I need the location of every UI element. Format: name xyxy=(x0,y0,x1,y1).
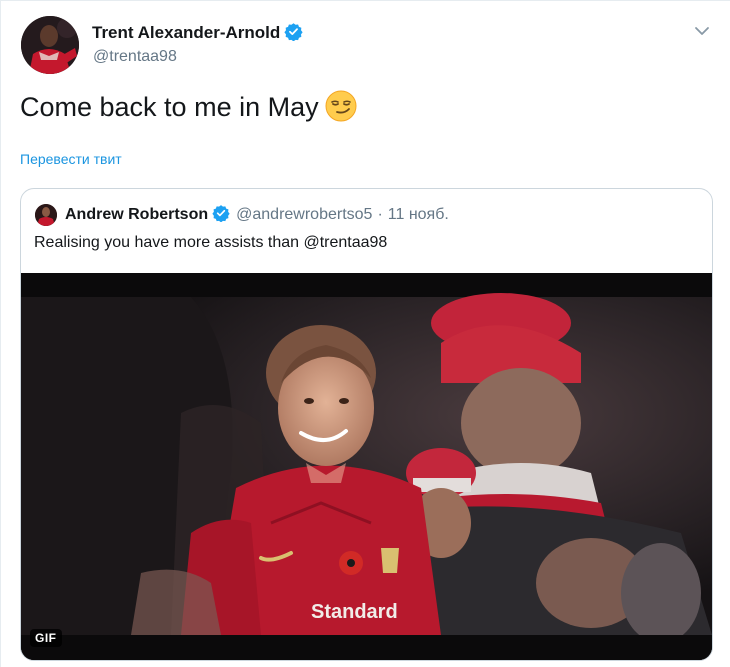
separator-dot: · xyxy=(377,206,383,223)
chevron-down-icon[interactable] xyxy=(694,24,710,36)
gif-frame-image: Standard xyxy=(21,273,712,660)
verified-badge-icon xyxy=(284,22,303,46)
gif-badge: GIF xyxy=(30,629,62,647)
author-name[interactable]: Trent Alexander-Arnold xyxy=(92,22,303,46)
quoted-author-handle[interactable]: @andrewrobertso5 xyxy=(236,206,372,223)
shirt-sponsor-text: Standard xyxy=(311,601,398,623)
quoted-tweet-text: Realising you have more assists than @tr… xyxy=(34,234,388,251)
quoted-author-avatar[interactable] xyxy=(35,204,57,226)
tweet-card: Trent Alexander-Arnold @trentaa98 Come b… xyxy=(0,0,730,667)
quoted-tweet-header: Andrew Robertson @andrewrobertso5 · 11 нояб… xyxy=(65,204,449,227)
verified-badge-icon xyxy=(212,204,230,227)
tweet-text: Come back to me in May xyxy=(20,90,357,130)
author-handle[interactable]: @trentaa98 xyxy=(93,48,177,66)
tweet-text-content: Come back to me in May xyxy=(20,92,319,122)
author-avatar[interactable] xyxy=(21,16,79,74)
author-name-text[interactable]: Trent Alexander-Arnold xyxy=(92,23,280,42)
top-divider xyxy=(1,0,730,1)
quoted-tweet-date[interactable]: 11 нояб. xyxy=(388,206,449,223)
quoted-author-name[interactable]: Andrew Robertson xyxy=(65,206,208,223)
smirking-face-icon xyxy=(325,90,357,130)
translate-tweet-link[interactable]: Перевести твит xyxy=(20,151,122,167)
gif-media[interactable]: Standard xyxy=(21,273,712,660)
quoted-tweet[interactable]: Andrew Robertson @andrewrobertso5 · 11 нояб… xyxy=(20,188,713,661)
